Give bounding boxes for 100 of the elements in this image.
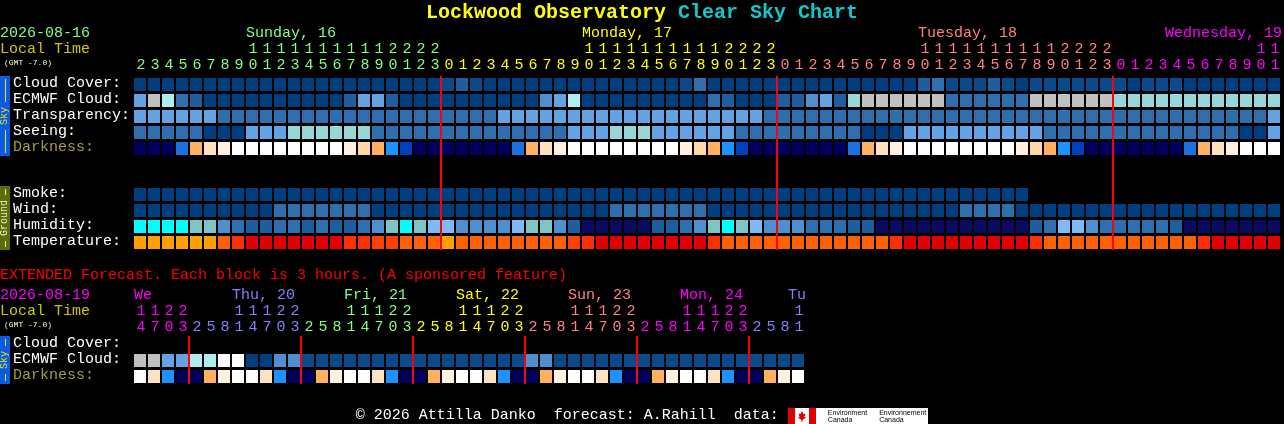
hour-label: 14 bbox=[975, 42, 987, 74]
day-label: Sun, 23 bbox=[568, 288, 631, 304]
hour-label: 0 bbox=[779, 58, 791, 74]
credits-text: © 2026 Attilla Danko forecast: A.Rahill data: bbox=[355, 408, 779, 424]
hour-label: 4 bbox=[499, 58, 511, 74]
hour-label: 16 bbox=[1003, 42, 1015, 74]
hour-label: 20 bbox=[611, 304, 623, 336]
flag-icon bbox=[787, 408, 816, 424]
hour-label: 19 bbox=[373, 42, 385, 74]
hour-label: 8 bbox=[219, 58, 231, 74]
hour-label: 11 bbox=[345, 304, 357, 336]
hour-label: 17 bbox=[1017, 42, 1029, 74]
hour-label: 8 bbox=[555, 320, 567, 336]
hour-label: 8 bbox=[555, 58, 567, 74]
day-label: We bbox=[134, 288, 152, 304]
row-label: Darkness: bbox=[13, 140, 95, 156]
hour-label: 11 bbox=[261, 42, 273, 74]
hour-label: 17 bbox=[709, 304, 721, 336]
hour-label: 23 bbox=[625, 304, 637, 336]
day-label: Fri, 21 bbox=[344, 288, 407, 304]
hour-label: 17 bbox=[373, 304, 385, 336]
hour-label: 17 bbox=[681, 42, 693, 74]
hour-label: 14 bbox=[695, 304, 707, 336]
forecast-date: 2026-08-16 bbox=[0, 26, 90, 42]
hour-label: 8 bbox=[779, 320, 791, 336]
hour-label: 23 bbox=[1101, 42, 1113, 74]
timezone-label: (GMT -7.0) bbox=[4, 320, 52, 330]
hour-label: 19 bbox=[709, 42, 721, 74]
site-title: Lockwood Observatory bbox=[425, 0, 666, 26]
hour-label: 11 bbox=[569, 304, 581, 336]
hour-label: 8 bbox=[1227, 58, 1239, 74]
hour-label: 23 bbox=[765, 42, 777, 74]
hour-label: 12 bbox=[275, 42, 287, 74]
day-label: Sat, 22 bbox=[456, 288, 519, 304]
hour-label: 14 bbox=[471, 304, 483, 336]
hour-label: 4 bbox=[163, 58, 175, 74]
hour-label: 22 bbox=[1087, 42, 1099, 74]
row-label: Cloud Cover: bbox=[13, 336, 123, 352]
hour-label: 8 bbox=[331, 320, 343, 336]
hour-label: 18 bbox=[1031, 42, 1043, 74]
hour-label: 19 bbox=[1045, 42, 1057, 74]
hour-label: 16 bbox=[331, 42, 343, 74]
hour-label: 11 bbox=[233, 304, 245, 336]
hour-label: 23 bbox=[737, 304, 749, 336]
hour-label: 20 bbox=[723, 304, 735, 336]
hour-label: 14 bbox=[639, 42, 651, 74]
row-label: Wind: bbox=[13, 202, 59, 218]
hour-label: 8 bbox=[219, 320, 231, 336]
hour-label: 2 bbox=[471, 58, 483, 74]
row-label: ECMWF Cloud: bbox=[13, 92, 123, 108]
hour-label: 14 bbox=[359, 304, 371, 336]
hour-label: 6 bbox=[191, 58, 203, 74]
hour-label: 3 bbox=[485, 58, 497, 74]
hour-label: 14 bbox=[135, 304, 147, 336]
hour-label: 7 bbox=[205, 58, 217, 74]
hour-label: 14 bbox=[247, 304, 259, 336]
hour-label: 5 bbox=[317, 320, 329, 336]
hour-label: 20 bbox=[499, 304, 511, 336]
hour-label: 15 bbox=[989, 42, 1001, 74]
hour-label: 5 bbox=[541, 320, 553, 336]
hour-label: 7 bbox=[1213, 58, 1225, 74]
hour-label: 3 bbox=[149, 58, 161, 74]
chart-title: Clear Sky Chart bbox=[678, 0, 859, 26]
hour-label: 1 bbox=[793, 58, 805, 74]
hour-label: 10 bbox=[247, 42, 259, 74]
hour-label: 5 bbox=[205, 320, 217, 336]
hour-label: 23 bbox=[513, 304, 525, 336]
row-label: Darkness: bbox=[13, 368, 95, 384]
hour-label: 11 bbox=[793, 304, 805, 336]
hour-label: 3 bbox=[821, 58, 833, 74]
hour-label: 2 bbox=[135, 58, 147, 74]
hour-label: 13 bbox=[625, 42, 637, 74]
hour-label: 10 bbox=[919, 42, 931, 74]
hour-label: 0 bbox=[1115, 58, 1127, 74]
hour-label: 10 bbox=[1255, 42, 1267, 74]
hour-label: 14 bbox=[303, 42, 315, 74]
hour-label: 4 bbox=[1171, 58, 1183, 74]
day-label: Tuesday, 18 bbox=[918, 26, 1018, 42]
hour-label: 14 bbox=[583, 304, 595, 336]
day-label: Wednesday, 19 bbox=[1164, 26, 1282, 42]
side-tab-label: Ground bbox=[0, 200, 10, 236]
row-label: Humidity: bbox=[13, 218, 95, 234]
hour-label: 11 bbox=[1269, 42, 1281, 74]
hour-label: 23 bbox=[401, 304, 413, 336]
row-label: ECMWF Cloud: bbox=[13, 352, 123, 368]
hour-label: 5 bbox=[765, 320, 777, 336]
hour-label: 5 bbox=[513, 58, 525, 74]
hour-label: 8 bbox=[443, 320, 455, 336]
time-label: Local Time bbox=[0, 42, 90, 58]
hour-label: 5 bbox=[177, 58, 189, 74]
hour-label: 22 bbox=[415, 42, 427, 74]
hour-label: 6 bbox=[863, 58, 875, 74]
hour-label: 2 bbox=[527, 320, 539, 336]
hour-label: 17 bbox=[345, 42, 357, 74]
hour-label: 22 bbox=[751, 42, 763, 74]
hour-label: 20 bbox=[163, 304, 175, 336]
side-tab-label: Sky bbox=[0, 351, 10, 369]
row-label: Seeing: bbox=[13, 124, 77, 140]
hour-label: 23 bbox=[289, 304, 301, 336]
hour-label: 23 bbox=[429, 42, 441, 74]
